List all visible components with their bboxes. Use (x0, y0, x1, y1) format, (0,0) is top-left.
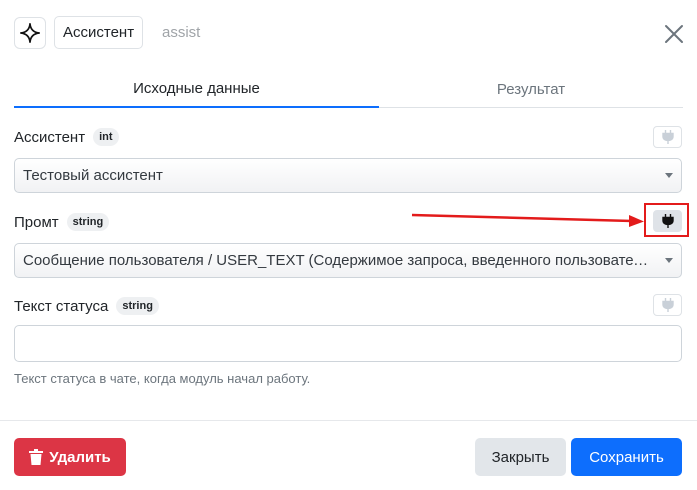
close-dialog-button[interactable]: Закрыть (475, 438, 566, 476)
chevron-down-icon (665, 258, 673, 263)
prompt-select-value: Сообщение пользователя / USER_TEXT (Соде… (23, 252, 655, 269)
chevron-down-icon (665, 173, 673, 178)
sparkle-icon (20, 23, 40, 43)
plug-icon (661, 298, 674, 312)
tab-input-data[interactable]: Исходные данные (14, 70, 379, 108)
status-text-type-badge: string (116, 297, 159, 315)
close-button[interactable] (662, 22, 686, 46)
module-subtitle: assist (162, 24, 201, 41)
delete-button-label: Удалить (49, 448, 111, 466)
assistant-field-label: Ассистент int (14, 128, 119, 146)
plug-icon (661, 130, 674, 144)
assistant-select[interactable]: Тестовый ассистент (14, 158, 682, 193)
prompt-type-badge: string (66, 213, 110, 231)
tab-bar: Исходные данные Результат (14, 70, 683, 108)
close-icon (665, 25, 683, 43)
status-text-label: Текст статуса (14, 297, 109, 315)
assistant-label: Ассистент (14, 128, 86, 146)
annotation-highlight-box (644, 203, 689, 237)
module-title: Ассистент (54, 16, 144, 49)
prompt-label: Промт (14, 213, 59, 231)
annotation-arrow (411, 213, 644, 227)
status-text-input[interactable] (14, 325, 682, 362)
footer-divider (0, 420, 697, 421)
tab-result[interactable]: Результат (379, 70, 683, 108)
close-button-label: Закрыть (491, 448, 550, 466)
status-text-field-label: Текст статуса string (14, 297, 159, 315)
delete-button[interactable]: Удалить (14, 438, 126, 476)
trash-icon (29, 449, 44, 465)
assistant-plug-button[interactable] (653, 126, 682, 148)
save-button-label: Сохранить (589, 448, 664, 466)
prompt-field-label: Промт string (14, 213, 110, 231)
save-button[interactable]: Сохранить (571, 438, 682, 476)
app-logo (14, 17, 46, 49)
status-text-plug-button[interactable] (653, 294, 682, 316)
assistant-select-value: Тестовый ассистент (23, 167, 163, 184)
status-text-help: Текст статуса в чате, когда модуль начал… (14, 371, 311, 386)
prompt-select[interactable]: Сообщение пользователя / USER_TEXT (Соде… (14, 243, 682, 278)
assistant-type-badge: int (93, 128, 119, 146)
